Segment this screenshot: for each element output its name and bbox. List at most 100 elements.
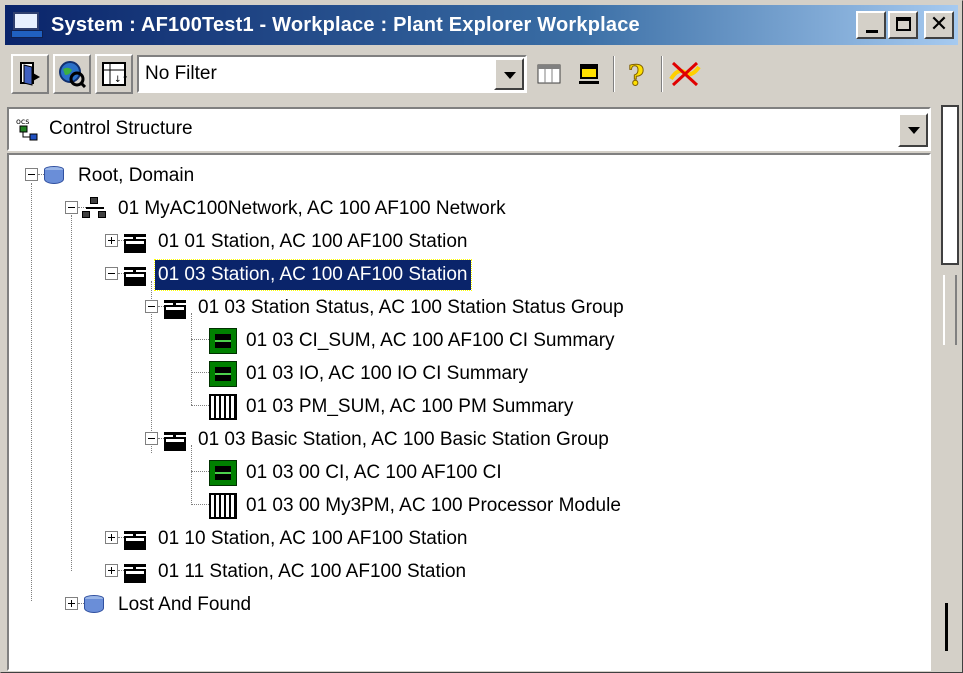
filter-dropdown-button[interactable]: [494, 58, 524, 90]
collapse-toggle[interactable]: [65, 201, 78, 214]
yellow-window-icon: [579, 64, 599, 84]
tree-node-station[interactable]: 01 11 Station, AC 100 AF100 Station: [121, 555, 469, 588]
ocs-structure-icon: ocs: [16, 117, 38, 141]
tree-connector: [191, 313, 192, 405]
disconnect-button[interactable]: [667, 54, 703, 94]
tree-node-label: 01 03 CI_SUM, AC 100 AF100 CI Summary: [246, 329, 615, 351]
sort-icon: ↓↑: [102, 62, 127, 86]
pm-module-icon: [209, 492, 237, 519]
help-question-icon: ?: [628, 59, 645, 89]
tree-node-module[interactable]: 01 03 00 CI, AC 100 AF100 CI: [209, 456, 505, 489]
collapse-toggle[interactable]: [145, 300, 158, 313]
columns-button[interactable]: [531, 54, 567, 94]
tree-node-root[interactable]: Root, Domain: [41, 159, 197, 192]
station-icon: [161, 295, 189, 321]
tree-node-station-selected[interactable]: 01 03 Station, AC 100 AF100 Station: [121, 258, 472, 291]
tree-node-label: 01 03 PM_SUM, AC 100 PM Summary: [246, 395, 574, 417]
app-icon[interactable]: [11, 10, 43, 40]
structure-select[interactable]: ocs Control Structure: [7, 107, 931, 151]
tree-node-group[interactable]: 01 03 Basic Station, AC 100 Basic Statio…: [161, 423, 612, 456]
splitter-grip[interactable]: [943, 275, 957, 345]
side-panel-thumb[interactable]: [941, 105, 959, 265]
tree-node-station[interactable]: 01 01 Station, AC 100 AF100 Station: [121, 225, 471, 258]
window-button[interactable]: [571, 54, 607, 94]
tree-node-lost-and-found[interactable]: Lost And Found: [81, 588, 254, 621]
side-panel-strip[interactable]: [939, 105, 961, 671]
tree-node-label: 01 03 IO, AC 100 IO CI Summary: [246, 362, 528, 384]
maximize-button[interactable]: [888, 11, 918, 39]
tree-node-module[interactable]: 01 03 CI_SUM, AC 100 AF100 CI Summary: [209, 324, 618, 357]
network-icon: [81, 196, 109, 222]
tree-connector: [191, 471, 211, 472]
svg-text:?: ?: [628, 59, 644, 89]
collapse-toggle[interactable]: [105, 267, 118, 280]
find-button[interactable]: [53, 54, 91, 94]
help-button[interactable]: ?: [619, 54, 655, 94]
collapse-toggle[interactable]: [25, 168, 38, 181]
tree-connector: [71, 215, 72, 571]
columns-icon: [537, 64, 561, 84]
find-globe-icon: [59, 61, 86, 88]
tree-node-label: 01 11 Station, AC 100 AF100 Station: [158, 560, 467, 582]
tree-node-label: 01 01 Station, AC 100 AF100 Station: [158, 230, 468, 252]
tree-node-label: 01 03 00 My3PM, AC 100 Processor Module: [246, 494, 621, 516]
station-icon: [121, 559, 149, 585]
tree-node-label: 01 10 Station, AC 100 AF100 Station: [158, 527, 468, 549]
structure-value: Control Structure: [49, 118, 193, 139]
database-icon: [41, 163, 69, 189]
tree-node-label: 01 MyAC100Network, AC 100 AF100 Network: [118, 197, 506, 219]
side-panel-marker: [945, 603, 948, 651]
tree-connector: [191, 504, 211, 505]
plant-explorer-window: System : AF100Test1 - Workplace : Plant …: [0, 0, 963, 673]
expand-toggle[interactable]: [105, 564, 118, 577]
minimize-button[interactable]: [856, 11, 886, 39]
tree-view[interactable]: Root, Domain 01 MyAC100Network, AC 100 A…: [7, 153, 931, 671]
filter-select[interactable]: No Filter: [137, 55, 527, 93]
svg-text:↓↑: ↓↑: [114, 75, 127, 85]
ci-module-icon: [209, 327, 237, 354]
tree-connector: [191, 405, 211, 406]
database-icon: [81, 592, 109, 618]
filter-value: No Filter: [145, 63, 217, 84]
svg-text:ocs: ocs: [16, 117, 29, 126]
tree-connector: [191, 339, 211, 340]
toolbar-separator: [613, 56, 615, 92]
tree-node-label: 01 03 Station Status, AC 100 Station Sta…: [198, 296, 624, 318]
tree-node-label: 01 03 00 CI, AC 100 AF100 CI: [246, 461, 502, 483]
maximize-icon: [896, 17, 911, 31]
disconnect-icon: [669, 61, 701, 87]
station-icon: [121, 262, 149, 288]
pm-module-icon: [209, 393, 237, 420]
tree-node-label: 01 03 Station, AC 100 AF100 Station: [154, 258, 472, 291]
exit-door-icon: [20, 62, 40, 86]
expand-toggle[interactable]: [65, 597, 78, 610]
expand-toggle[interactable]: [105, 531, 118, 544]
tree-node-label: Lost And Found: [118, 593, 252, 615]
sort-button[interactable]: ↓↑: [95, 54, 133, 94]
tree-connector: [31, 183, 32, 601]
station-icon: [161, 427, 189, 453]
station-icon: [121, 526, 149, 552]
structure-dropdown-button[interactable]: [898, 113, 928, 147]
tree-node-module[interactable]: 01 03 IO, AC 100 IO CI Summary: [209, 357, 531, 390]
toolbar: ↓↑ No Filter ?: [5, 51, 958, 97]
minimize-icon: [866, 30, 878, 33]
expand-toggle[interactable]: [105, 234, 118, 247]
window-title: System : AF100Test1 - Workplace : Plant …: [51, 13, 640, 36]
tree-node-network[interactable]: 01 MyAC100Network, AC 100 AF100 Network: [81, 192, 509, 225]
ci-module-icon: [209, 360, 237, 387]
tree-connector: [191, 372, 211, 373]
tree-node-module[interactable]: 01 03 00 My3PM, AC 100 Processor Module: [209, 489, 624, 522]
close-button[interactable]: ✕: [924, 11, 954, 39]
toolbar-separator: [661, 56, 663, 92]
tree-node-label: 01 03 Basic Station, AC 100 Basic Statio…: [198, 428, 609, 450]
tree-node-module[interactable]: 01 03 PM_SUM, AC 100 PM Summary: [209, 390, 576, 423]
exit-button[interactable]: [11, 54, 49, 94]
tree-node-station[interactable]: 01 10 Station, AC 100 AF100 Station: [121, 522, 471, 555]
title-bar[interactable]: System : AF100Test1 - Workplace : Plant …: [5, 5, 958, 45]
tree-node-group[interactable]: 01 03 Station Status, AC 100 Station Sta…: [161, 291, 627, 324]
station-icon: [121, 229, 149, 255]
ci-module-icon: [209, 459, 237, 486]
close-icon: ✕: [929, 12, 949, 37]
collapse-toggle[interactable]: [145, 432, 158, 445]
